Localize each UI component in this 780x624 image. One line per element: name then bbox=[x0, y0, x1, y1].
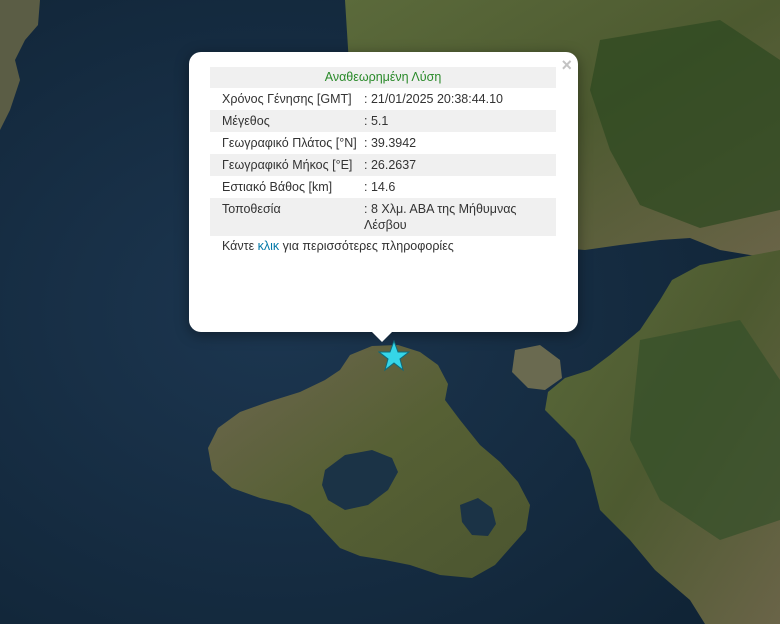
row-value: : 21/01/2025 20:38:44.10 bbox=[364, 92, 504, 106]
earthquake-popup: × Αναθεωρημένη Λύση Χρόνος Γένησης [GMT]… bbox=[189, 52, 578, 332]
table-row: Τοποθεσία : 8 Χλμ. ΑΒΑ της Μήθυμνας Λέσβ… bbox=[210, 198, 556, 236]
more-prefix: Κάντε bbox=[222, 239, 258, 253]
star-icon[interactable] bbox=[378, 340, 410, 372]
close-icon[interactable]: × bbox=[561, 56, 572, 74]
row-value: : 8 Χλμ. ΑΒΑ της Μήθυμνας Λέσβου bbox=[364, 202, 517, 232]
table-row: Γεωγραφικό Μήκος [°E] : 26.2637 bbox=[210, 154, 556, 176]
row-label: Μέγεθος bbox=[222, 114, 270, 128]
row-value: : 39.3942 bbox=[364, 136, 417, 150]
row-label: Τοποθεσία bbox=[222, 202, 281, 216]
info-table: Χρόνος Γένησης [GMT] : 21/01/2025 20:38:… bbox=[210, 88, 556, 236]
table-row: Μέγεθος : 5.1 bbox=[210, 110, 556, 132]
row-value: : 5.1 bbox=[364, 114, 389, 128]
row-value: : 14.6 bbox=[364, 180, 396, 194]
row-label: Γεωγραφικό Πλάτος [°N] bbox=[222, 136, 357, 150]
table-row: Γεωγραφικό Πλάτος [°N] : 39.3942 bbox=[210, 132, 556, 154]
more-suffix: για περισσότερες πληροφορίες bbox=[279, 239, 454, 253]
table-row: Χρόνος Γένησης [GMT] : 21/01/2025 20:38:… bbox=[210, 88, 556, 110]
row-label: Εστιακό Βάθος [km] bbox=[222, 180, 333, 194]
more-info-line: Κάντε κλικ για περισσότερες πληροφορίες bbox=[210, 239, 556, 253]
more-info-link[interactable]: κλικ bbox=[258, 239, 280, 253]
row-label: Χρόνος Γένησης [GMT] bbox=[222, 92, 352, 106]
popup-title: Αναθεωρημένη Λύση bbox=[210, 67, 556, 88]
table-row: Εστιακό Βάθος [km] : 14.6 bbox=[210, 176, 556, 198]
row-label: Γεωγραφικό Μήκος [°E] bbox=[222, 158, 353, 172]
row-value: : 26.2637 bbox=[364, 158, 417, 172]
popup-content: Αναθεωρημένη Λύση Χρόνος Γένησης [GMT] :… bbox=[210, 67, 556, 253]
